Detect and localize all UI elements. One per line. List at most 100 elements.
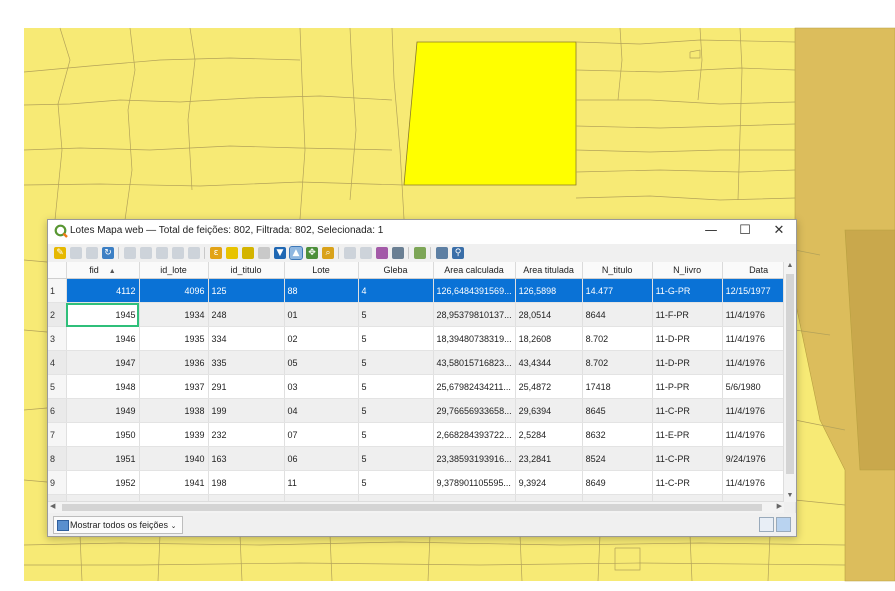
table-cell[interactable]: 1936: [139, 350, 209, 375]
table-cell[interactable]: 25,67982434211...: [433, 374, 516, 399]
multi-edit-icon[interactable]: [70, 247, 82, 259]
invert-selection-icon[interactable]: [242, 247, 254, 259]
table-cell[interactable]: 8645: [582, 398, 653, 423]
table-row[interactable]: 1 4112 4096 125 88 4 126,6484391569... 126,5898…: [48, 278, 796, 303]
form-view-button[interactable]: [759, 517, 774, 532]
table-cell[interactable]: 1947: [66, 350, 140, 375]
table-cell[interactable]: 5: [358, 398, 434, 423]
table-cell[interactable]: 5: [358, 422, 434, 447]
conditional-formatting-icon[interactable]: [392, 247, 404, 259]
delete-feature-icon[interactable]: [140, 247, 152, 259]
table-cell[interactable]: 02: [284, 326, 359, 351]
table-row[interactable]: 9 1952 1941 198 11 5 9,378901105595... 9,3924 86…: [48, 470, 796, 495]
table-cell[interactable]: 01: [284, 302, 359, 327]
column-header-fid[interactable]: fid ▲: [66, 262, 140, 279]
row-number[interactable]: 8: [48, 446, 67, 471]
table-cell[interactable]: 04: [284, 398, 359, 423]
table-cell[interactable]: 18,2608: [515, 326, 583, 351]
add-feature-icon[interactable]: [124, 247, 136, 259]
table-cell[interactable]: 11-D-PR: [652, 350, 723, 375]
table-cell[interactable]: 05: [284, 350, 359, 375]
delete-field-icon[interactable]: [360, 247, 372, 259]
table-cell[interactable]: 8644: [582, 302, 653, 327]
table-cell[interactable]: 11-C-PR: [652, 470, 723, 495]
table-cell[interactable]: 4: [358, 278, 434, 303]
row-number[interactable]: 1: [48, 278, 67, 303]
column-header-lote[interactable]: Lote: [284, 262, 359, 279]
deselect-all-icon[interactable]: [258, 247, 270, 259]
row-header-corner[interactable]: [48, 262, 67, 279]
table-cell[interactable]: 07: [284, 422, 359, 447]
table-cell[interactable]: 5: [358, 302, 434, 327]
table-cell[interactable]: 06: [284, 446, 359, 471]
table-cell[interactable]: 11-P-PR: [652, 374, 723, 399]
table-cell[interactable]: 23,38593193916...: [433, 446, 516, 471]
attribute-table[interactable]: fid ▲ id_lote id_titulo Lote Gleba Area …: [48, 262, 796, 513]
table-cell[interactable]: 1952: [66, 470, 140, 495]
column-header-gleba[interactable]: Gleba: [358, 262, 434, 279]
table-row[interactable]: 8 1951 1940 163 06 5 23,38593193916... 23,2841 8…: [48, 446, 796, 471]
zoom-to-selected-icon[interactable]: ⌕: [322, 247, 334, 259]
table-cell[interactable]: 335: [208, 350, 285, 375]
table-cell[interactable]: 29,6394: [515, 398, 583, 423]
table-cell[interactable]: 198: [208, 470, 285, 495]
move-selection-top-icon[interactable]: ▲: [289, 246, 303, 260]
table-cell[interactable]: 8632: [582, 422, 653, 447]
close-button[interactable]: ✕: [762, 220, 796, 244]
table-cell[interactable]: 291: [208, 374, 285, 399]
table-cell[interactable]: 5: [358, 446, 434, 471]
row-number[interactable]: 9: [48, 470, 67, 495]
table-cell[interactable]: 334: [208, 326, 285, 351]
select-by-expression-icon[interactable]: ε: [210, 247, 222, 259]
table-cell[interactable]: 25,4872: [515, 374, 583, 399]
column-header-id-lote[interactable]: id_lote: [139, 262, 209, 279]
toggle-editing-icon[interactable]: ✎: [54, 247, 66, 259]
horizontal-scrollbar[interactable]: ◀ ▶: [48, 501, 784, 513]
table-cell[interactable]: 1937: [139, 374, 209, 399]
table-cell[interactable]: 232: [208, 422, 285, 447]
table-cell[interactable]: 126,6484391569...: [433, 278, 516, 303]
row-number[interactable]: 2: [48, 302, 67, 327]
scroll-up-arrow[interactable]: ▲: [784, 262, 796, 272]
table-cell[interactable]: 5: [358, 326, 434, 351]
table-cell[interactable]: 11: [284, 470, 359, 495]
table-cell[interactable]: 8.702: [582, 350, 653, 375]
table-cell[interactable]: 5: [358, 374, 434, 399]
table-cell[interactable]: 1951: [66, 446, 140, 471]
table-cell[interactable]: 2,5284: [515, 422, 583, 447]
column-header-n-titulo[interactable]: N_titulo: [582, 262, 653, 279]
row-number[interactable]: 6: [48, 398, 67, 423]
table-view-button[interactable]: [776, 517, 791, 532]
actions-icon[interactable]: [414, 247, 426, 259]
table-cell[interactable]: 11-C-PR: [652, 446, 723, 471]
search-icon[interactable]: ⚲: [452, 247, 464, 259]
table-cell[interactable]: 03: [284, 374, 359, 399]
table-cell[interactable]: 2,668284393722...: [433, 422, 516, 447]
table-cell[interactable]: 11-C-PR: [652, 398, 723, 423]
minimize-button[interactable]: —: [694, 220, 728, 244]
table-cell[interactable]: 5: [358, 470, 434, 495]
title-bar[interactable]: Lotes Mapa web — Total de feições: 802, …: [48, 220, 796, 244]
copy-icon[interactable]: [172, 247, 184, 259]
table-cell[interactable]: 9,378901105595...: [433, 470, 516, 495]
table-cell[interactable]: 11-G-PR: [652, 278, 723, 303]
table-cell[interactable]: 8524: [582, 446, 653, 471]
table-cell[interactable]: 1945: [66, 302, 140, 327]
table-row[interactable]: 2 1945 1934 248 01 5 28,95379810137... 28,0514 8…: [48, 302, 796, 327]
row-number[interactable]: 5: [48, 374, 67, 399]
pan-to-selected-icon[interactable]: ✥: [306, 247, 318, 259]
table-cell[interactable]: 11-F-PR: [652, 302, 723, 327]
table-cell[interactable]: 1946: [66, 326, 140, 351]
table-cell[interactable]: 1935: [139, 326, 209, 351]
table-cell[interactable]: 14.477: [582, 278, 653, 303]
table-cell[interactable]: 163: [208, 446, 285, 471]
table-cell[interactable]: 8649: [582, 470, 653, 495]
table-cell[interactable]: 5: [358, 350, 434, 375]
table-row[interactable]: 7 1950 1939 232 07 5 2,668284393722... 2,5284 86…: [48, 422, 796, 447]
filter-select-icon[interactable]: ▼: [274, 247, 286, 259]
scroll-left-arrow[interactable]: ◀: [50, 502, 55, 510]
scroll-thumb[interactable]: [786, 274, 794, 474]
table-row[interactable]: 6 1949 1938 199 04 5 29,76656933658... 29,6394 8…: [48, 398, 796, 423]
reload-icon[interactable]: ↻: [102, 247, 114, 259]
row-number[interactable]: 4: [48, 350, 67, 375]
